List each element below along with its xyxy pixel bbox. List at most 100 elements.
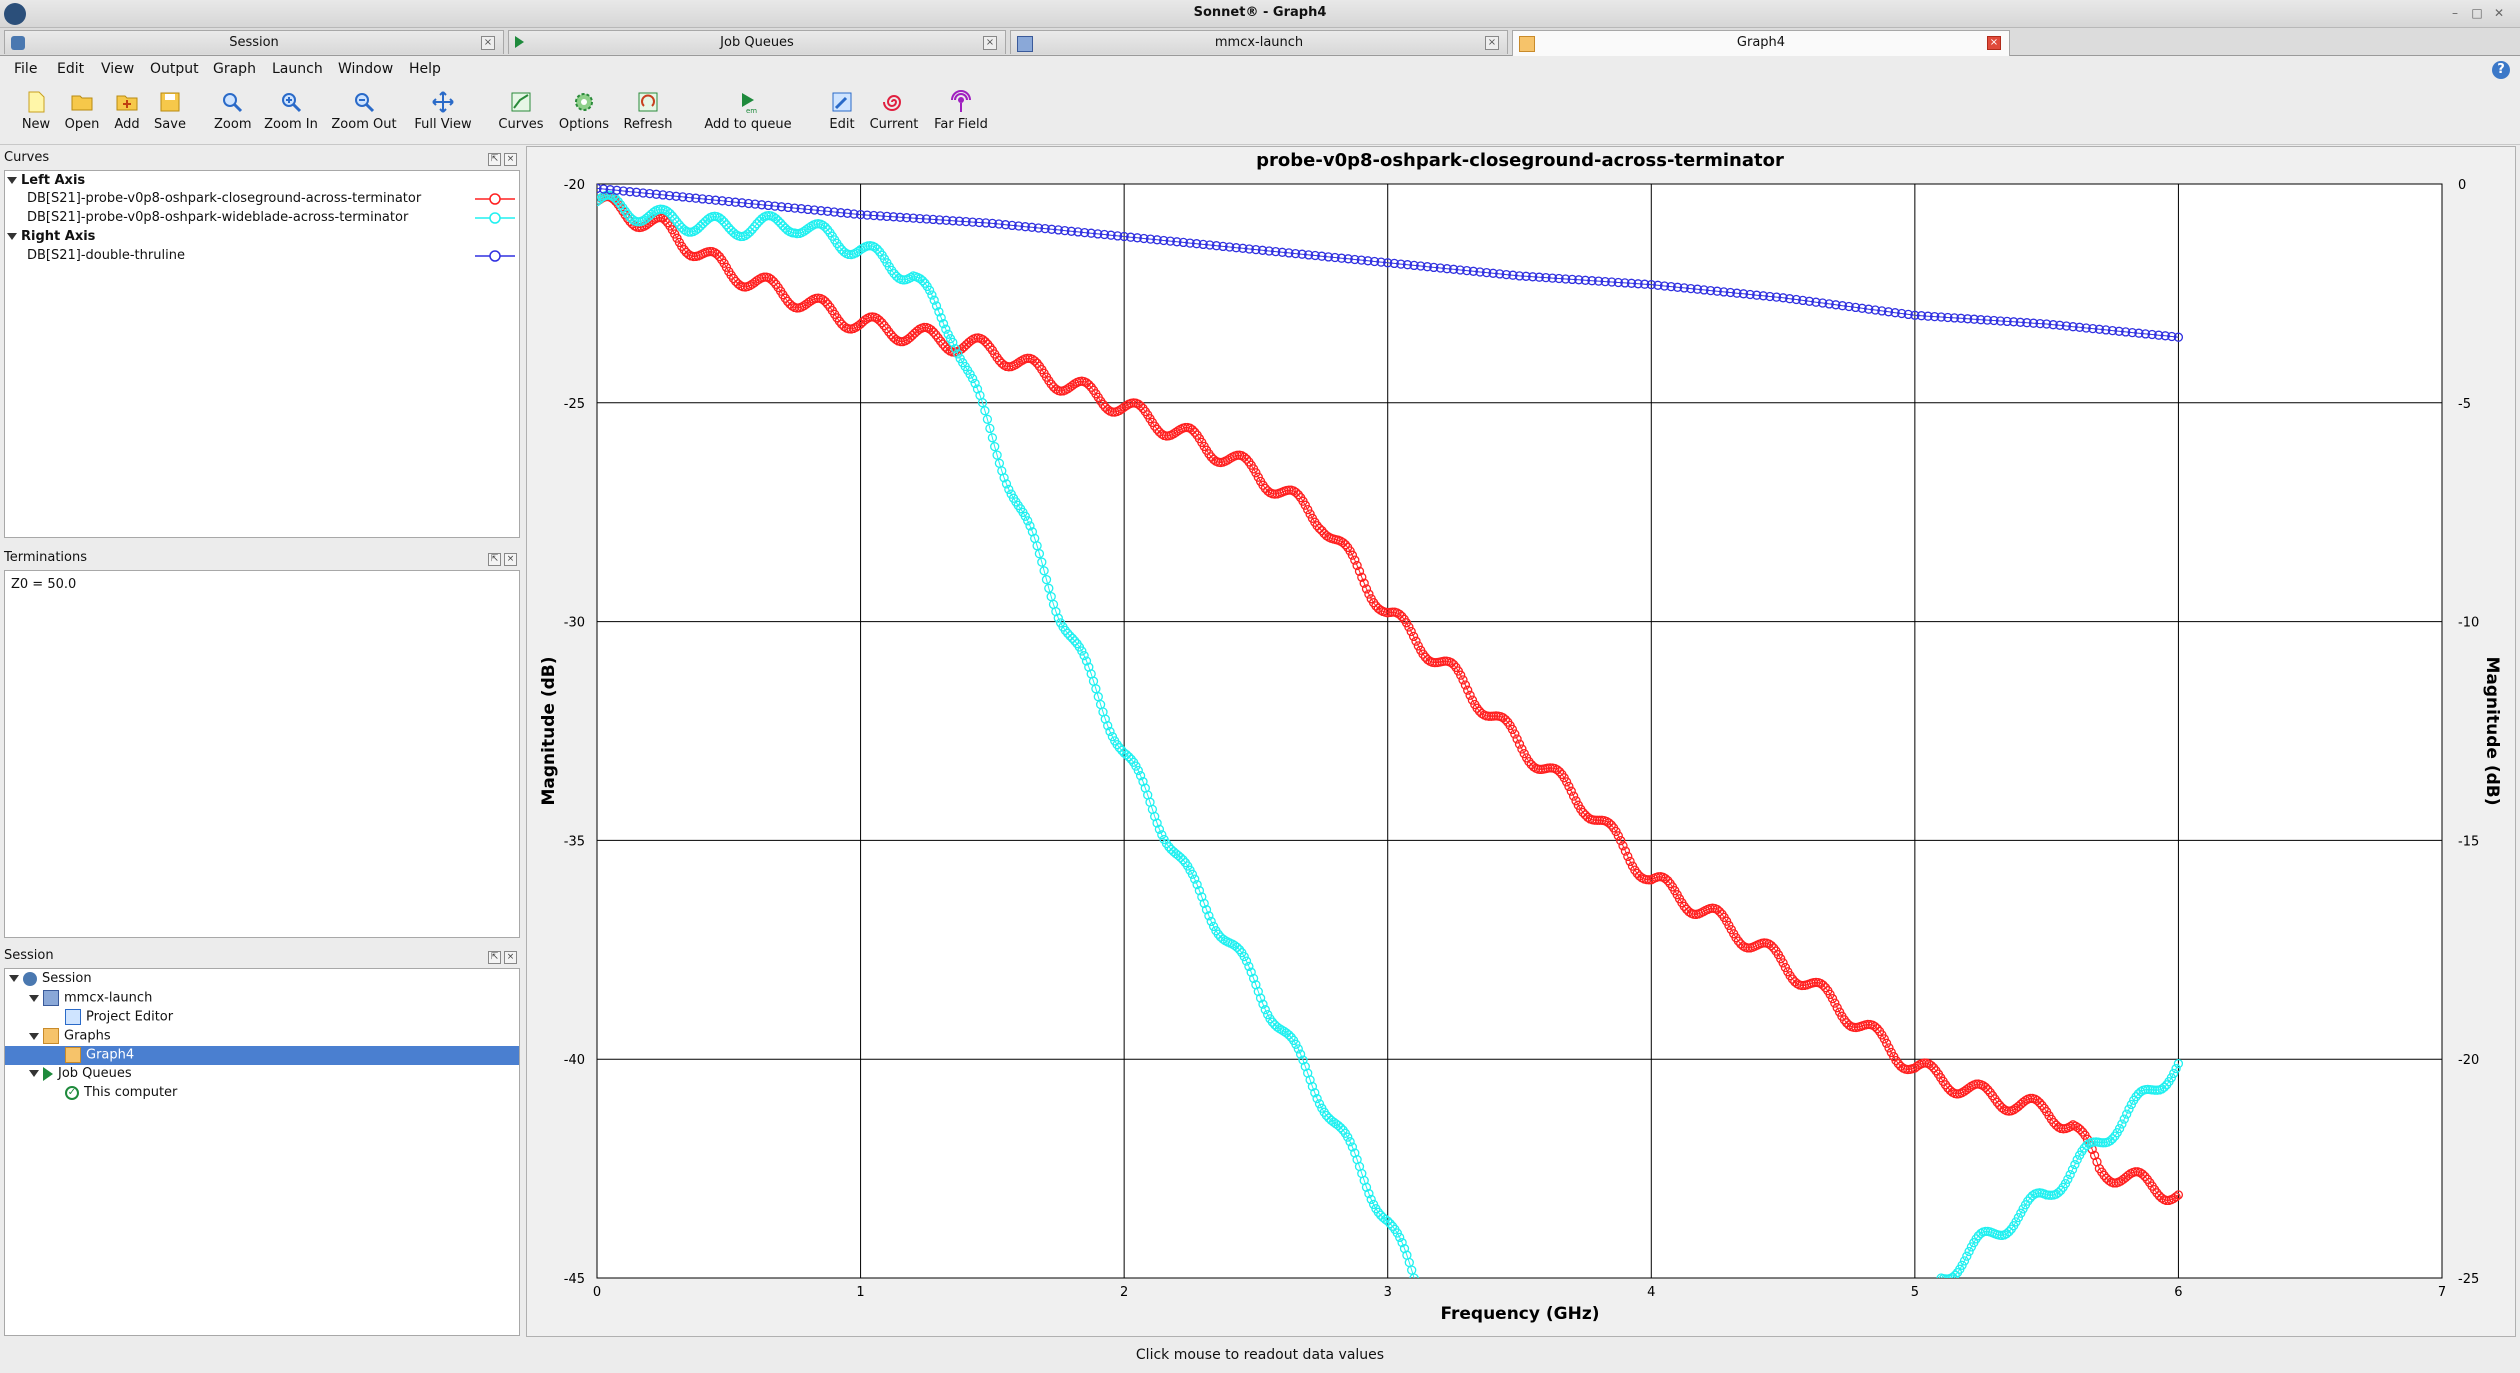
- window-title-bar: Sonnet® - Graph4 – □ ✕: [0, 0, 2520, 28]
- add-button[interactable]: Add: [110, 90, 144, 132]
- curves-icon: [511, 92, 531, 112]
- save-label: Save: [154, 117, 186, 132]
- zoom-out-button[interactable]: Zoom Out: [330, 90, 398, 132]
- tree-item-graphs[interactable]: Graphs: [29, 1028, 111, 1044]
- graph-panel[interactable]: 0 1 2 3 4 5 6 7 -20 -25 -30 -35 -40 -45 0 -5 -10 -15 -20 -2…: [526, 146, 2516, 1337]
- plot-area[interactable]: [596, 183, 2443, 1279]
- y-right-tick-label: -15: [2458, 834, 2479, 849]
- new-button[interactable]: New: [18, 90, 54, 132]
- tree-item-mmcx-launch[interactable]: mmcx-launch: [29, 990, 152, 1006]
- add-to-queue-button[interactable]: em Add to queue: [700, 90, 796, 132]
- close-tab-icon[interactable]: ×: [1987, 36, 2001, 50]
- current-spiral-icon: [883, 95, 902, 111]
- close-panel-icon[interactable]: ×: [504, 951, 517, 964]
- close-tab-icon[interactable]: ×: [983, 36, 997, 50]
- far-field-button[interactable]: Far Field: [930, 90, 992, 132]
- curve-item[interactable]: DB[S21]-probe-v0p8-oshpark-closeground-a…: [27, 191, 421, 206]
- project-icon: [43, 990, 59, 1006]
- refresh-button[interactable]: Refresh: [620, 90, 676, 132]
- full-view-button[interactable]: Full View: [410, 90, 476, 132]
- tab-graph4[interactable]: Graph4 ×: [1512, 30, 2010, 56]
- tree-item-graph4[interactable]: Graph4: [5, 1046, 519, 1065]
- y-left-tick-label: -45: [564, 1272, 585, 1287]
- tree-item-label: Session: [42, 971, 92, 986]
- edit-button[interactable]: Edit: [826, 90, 858, 132]
- close-tab-icon[interactable]: ×: [481, 36, 495, 50]
- options-button[interactable]: Options: [556, 90, 612, 132]
- graph-chart[interactable]: 0 1 2 3 4 5 6 7 -20 -25 -30 -35 -40 -45 0 -5 -10 -15 -20 -2…: [527, 147, 2515, 1336]
- menu-edit[interactable]: Edit: [57, 61, 84, 77]
- zoom-label: Zoom: [214, 117, 252, 132]
- save-button[interactable]: Save: [152, 90, 188, 132]
- tab-label: mmcx-launch: [1214, 35, 1304, 50]
- menu-launch[interactable]: Launch: [272, 61, 323, 77]
- current-button[interactable]: Current: [866, 90, 922, 132]
- x-tick-label: 0: [593, 1285, 601, 1300]
- zoom-in-icon: [282, 93, 302, 113]
- options-label: Options: [558, 117, 610, 132]
- curves-panel-header: Curves ⇱ ×: [4, 150, 520, 170]
- expand-triangle-icon: [9, 975, 19, 982]
- graph-icon: [65, 1047, 81, 1063]
- tree-item-job-queues[interactable]: Job Queues: [29, 1066, 132, 1081]
- menu-window[interactable]: Window: [338, 61, 393, 77]
- tab-label: Graph4: [1736, 35, 1786, 50]
- menu-help[interactable]: Help: [409, 61, 441, 77]
- far-field-icon: [951, 90, 971, 112]
- close-panel-icon[interactable]: ×: [504, 553, 517, 566]
- close-tab-icon[interactable]: ×: [1485, 36, 1499, 50]
- open-button[interactable]: Open: [62, 90, 102, 132]
- menu-view[interactable]: View: [101, 61, 134, 77]
- x-tick-label: 6: [2174, 1285, 2182, 1300]
- tab-mmcx-launch[interactable]: mmcx-launch ×: [1010, 30, 1508, 54]
- open-label: Open: [64, 117, 100, 132]
- y-left-tick-label: -40: [564, 1053, 585, 1068]
- curves-panel-title: Curves: [4, 150, 50, 165]
- save-icon: [160, 92, 180, 112]
- editor-icon: [65, 1009, 81, 1025]
- y-axis-right-label: Magnitude (dB): [2482, 657, 2502, 806]
- play-em-icon: em: [742, 93, 757, 114]
- float-panel-icon[interactable]: ⇱: [488, 153, 501, 166]
- close-panel-icon[interactable]: ×: [504, 153, 517, 166]
- add-folder-icon: [116, 95, 138, 111]
- gear-icon: [575, 93, 593, 111]
- current-label: Current: [869, 117, 919, 132]
- tab-job-queues[interactable]: Job Queues ×: [508, 30, 1006, 54]
- menu-graph[interactable]: Graph: [213, 61, 256, 77]
- curves-label: Curves: [498, 117, 544, 132]
- menu-output[interactable]: Output: [150, 61, 199, 77]
- tab-bar: Session × Job Queues × mmcx-launch × Gra…: [0, 28, 2520, 56]
- zoom-button[interactable]: Zoom: [214, 90, 252, 132]
- minimize-icon[interactable]: –: [2448, 6, 2462, 20]
- float-panel-icon[interactable]: ⇱: [488, 553, 501, 566]
- tab-session[interactable]: Session ×: [4, 30, 504, 54]
- y-left-tick-label: -30: [564, 616, 585, 631]
- x-tick-label: 7: [2438, 1285, 2446, 1300]
- right-axis-group[interactable]: Right Axis: [7, 229, 95, 244]
- zoom-in-button[interactable]: Zoom In: [262, 90, 320, 132]
- check-circle-icon: ✓: [65, 1085, 79, 1100]
- curves-button[interactable]: Curves: [496, 90, 546, 132]
- session-tree-panel: Session mmcx-launch Project Editor Graph…: [4, 968, 520, 1336]
- left-axis-group[interactable]: Left Axis: [7, 173, 85, 188]
- tab-label: Session: [229, 35, 279, 50]
- close-window-icon[interactable]: ✕: [2492, 6, 2506, 20]
- edit-label: Edit: [829, 117, 855, 132]
- refresh-label: Refresh: [623, 117, 673, 132]
- tree-item-project-editor[interactable]: Project Editor: [65, 1009, 173, 1025]
- curve-legend-cyan-icon: [475, 212, 515, 224]
- tree-item-this-computer[interactable]: ✓ This computer: [65, 1085, 177, 1100]
- x-tick-label: 4: [1647, 1285, 1655, 1300]
- expand-triangle-icon: [29, 1070, 39, 1077]
- termination-value: Z0 = 50.0: [11, 577, 77, 592]
- tree-item-session[interactable]: Session: [9, 971, 92, 986]
- menu-file[interactable]: File: [14, 61, 37, 77]
- help-icon[interactable]: ?: [2492, 61, 2510, 79]
- curve-item[interactable]: DB[S21]-double-thruline: [27, 248, 185, 263]
- svg-text:em: em: [746, 107, 757, 114]
- maximize-icon[interactable]: □: [2470, 6, 2484, 20]
- folder-icon: [71, 95, 93, 111]
- float-panel-icon[interactable]: ⇱: [488, 951, 501, 964]
- curve-item[interactable]: DB[S21]-probe-v0p8-oshpark-wideblade-acr…: [27, 210, 408, 225]
